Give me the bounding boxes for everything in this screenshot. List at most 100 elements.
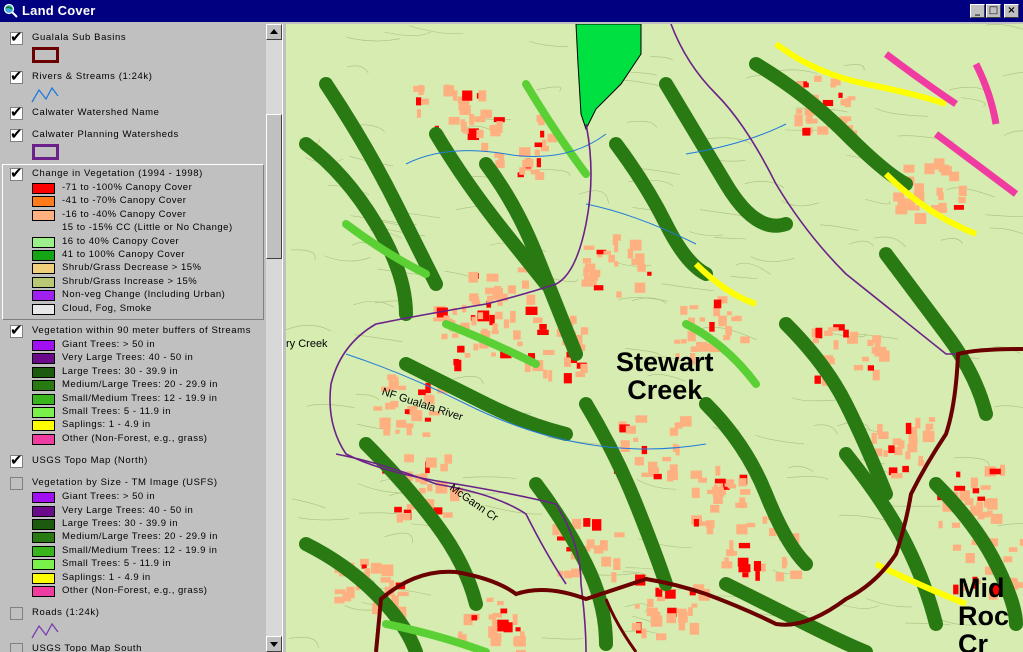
scroll-up-button[interactable] [266, 24, 282, 40]
watershed-label-stewart-creek: Stewart Creek [616, 348, 714, 404]
legend-class-label: -71 to -100% Canopy Cover [62, 182, 193, 193]
legend-swatch [32, 559, 55, 571]
legend-swatch [32, 586, 55, 597]
legend-swatch [32, 353, 55, 365]
legend-class-label: Small/Medium Trees: 12 - 19.9 in [62, 392, 218, 404]
legend-class-label: Very Large Trees: 40 - 50 in [62, 504, 194, 516]
layer-visibility-checkbox[interactable]: ✔ [10, 125, 23, 143]
legend-swatch [32, 366, 55, 378]
layer-visibility-checkbox[interactable]: ✔ [10, 28, 23, 46]
legend-class-label: Saplings: 1 - 4.9 in [62, 571, 151, 583]
legend-swatch [32, 209, 55, 221]
layer-visibility-checkbox[interactable] [10, 607, 23, 621]
legend-scrollbar[interactable] [266, 24, 282, 652]
legend-swatch [32, 276, 55, 288]
layer-visibility-checkbox[interactable] [10, 477, 23, 491]
legend-class-label: Very Large Trees: 40 - 50 in [62, 352, 194, 364]
legend-class-label: Medium/Large Trees: 20 - 29.9 in [62, 379, 218, 391]
river-label-dry-creek: ry Creek [286, 338, 328, 350]
legend-swatch [32, 420, 55, 432]
legend-swatch [32, 492, 55, 504]
layer-name[interactable]: Vegetation by Size - TM Image (USFS) [32, 477, 218, 488]
window-title: Land Cover [22, 3, 96, 18]
checkmark-icon: ✔ [10, 28, 23, 46]
legend-class-label: Cloud, Fog, Smoke [62, 302, 152, 314]
close-button[interactable]: × [1004, 4, 1019, 18]
legend-class-label: Large Trees: 30 - 39.9 in [62, 365, 179, 377]
legend-swatch [32, 263, 55, 275]
legend-class-label: 16 to 40% Canopy Cover [62, 235, 180, 247]
layer-name[interactable]: USGS Topo Map South [32, 643, 142, 652]
legend-class-label: Small Trees: 5 - 11.9 in [62, 558, 171, 570]
layer-name[interactable]: Roads (1:24k) [32, 607, 99, 618]
checkmark-icon: ✔ [10, 125, 23, 143]
legend-class-label: Shrub/Grass Decrease > 15% [62, 262, 202, 274]
checkmark-icon: ✔ [10, 103, 23, 121]
polygon-outline-symbol [32, 47, 59, 63]
layer-visibility-checkbox[interactable]: ✔ [10, 451, 23, 469]
legend-swatch [32, 303, 55, 315]
legend-swatch [32, 236, 55, 248]
legend-class-label: Other (Non-Forest, e.g., grass) [62, 585, 208, 596]
line-symbol-icon [31, 86, 59, 103]
legend-swatch [32, 433, 55, 445]
legend-class-label: Medium/Large Trees: 20 - 29.9 in [62, 531, 218, 543]
layer-name[interactable]: Change in Vegetation (1994 - 1998) [32, 168, 203, 179]
legend-swatch [32, 532, 55, 544]
legend-swatch [32, 505, 55, 517]
legend-class-label: Other (Non-Forest, e.g., grass) [62, 432, 208, 444]
minimize-button[interactable]: _ [970, 4, 985, 18]
line-symbol-icon [31, 623, 59, 639]
legend-swatch [32, 380, 55, 392]
maximize-button[interactable]: □ [986, 4, 1001, 18]
layer-visibility-checkbox[interactable]: ✔ [10, 67, 23, 85]
globe-magnifier-icon [3, 3, 18, 18]
layer-visibility-checkbox[interactable]: ✔ [10, 103, 23, 121]
watershed-label-text: Stewart Creek [616, 347, 714, 405]
legend-swatch [32, 340, 55, 351]
layer-name[interactable]: Gualala Sub Basins [32, 32, 126, 43]
scroll-down-button[interactable] [266, 636, 282, 652]
layer-visibility-checkbox[interactable]: ✔ [10, 164, 23, 182]
legend-class-label: Small/Medium Trees: 12 - 19.9 in [62, 544, 218, 556]
legend-swatch [32, 572, 55, 584]
layer-name[interactable]: Vegetation within 90 meter buffers of St… [32, 325, 251, 336]
polygon-outline-symbol [32, 144, 59, 160]
checkmark-icon: ✔ [10, 67, 23, 85]
layer-name[interactable]: USGS Topo Map (North) [32, 455, 148, 466]
legend-swatch [32, 196, 55, 208]
arrow-up-icon [270, 29, 278, 34]
legend-class-label: Non-veg Change (Including Urban) [62, 289, 226, 301]
legend-swatch [32, 407, 55, 418]
legend-class-label: Giant Trees: > 50 in [62, 339, 156, 350]
layer-visibility-checkbox[interactable]: ✔ [10, 321, 23, 339]
legend-swatch [32, 250, 55, 261]
map-view[interactable]: Stewart Creek Mid Roc Cr ry Creek NF Gua… [286, 24, 1023, 652]
layer-visibility-checkbox[interactable] [10, 643, 23, 652]
legend-swatch [32, 393, 55, 405]
checkmark-icon: ✔ [10, 451, 23, 470]
legend-swatch [32, 183, 55, 194]
legend-swatch [32, 519, 55, 530]
legend-class-label: 15 to -15% CC (Little or No Change) [62, 222, 233, 234]
checkmark-icon: ✔ [10, 164, 23, 182]
watershed-label-mid-rock-creek: Mid Roc Cr [958, 574, 1009, 652]
map-canvas[interactable] [286, 24, 1023, 652]
layer-name[interactable]: Calwater Planning Watersheds [32, 129, 179, 140]
legend-class-label: Shrub/Grass Increase > 15% [62, 275, 198, 287]
layer-name[interactable]: Calwater Watershed Name [32, 107, 160, 118]
legend-class-label: Small Trees: 5 - 11.9 in [62, 406, 171, 417]
legend-swatch [32, 545, 55, 557]
legend-class-label: Large Trees: 30 - 39.9 in [62, 518, 179, 529]
legend-panel: ✔ Gualala Sub Basins ✔ Rivers & Streams (1:… [0, 24, 266, 652]
legend-class-label: Giant Trees: > 50 in [62, 491, 156, 503]
layer-name[interactable]: Rivers & Streams (1:24k) [32, 71, 153, 82]
checkmark-icon: ✔ [10, 321, 23, 339]
watershed-label-text: Mid Roc Cr [958, 573, 1010, 652]
legend-class-label: -41 to -70% Canopy Cover [62, 195, 187, 207]
arrow-down-icon [270, 642, 278, 647]
legend-class-label: 41 to 100% Canopy Cover [62, 249, 185, 260]
title-bar[interactable]: Land Cover _ □ × [0, 0, 1023, 22]
scroll-thumb[interactable] [266, 114, 282, 259]
legend-class-label: Saplings: 1 - 4.9 in [62, 419, 151, 431]
